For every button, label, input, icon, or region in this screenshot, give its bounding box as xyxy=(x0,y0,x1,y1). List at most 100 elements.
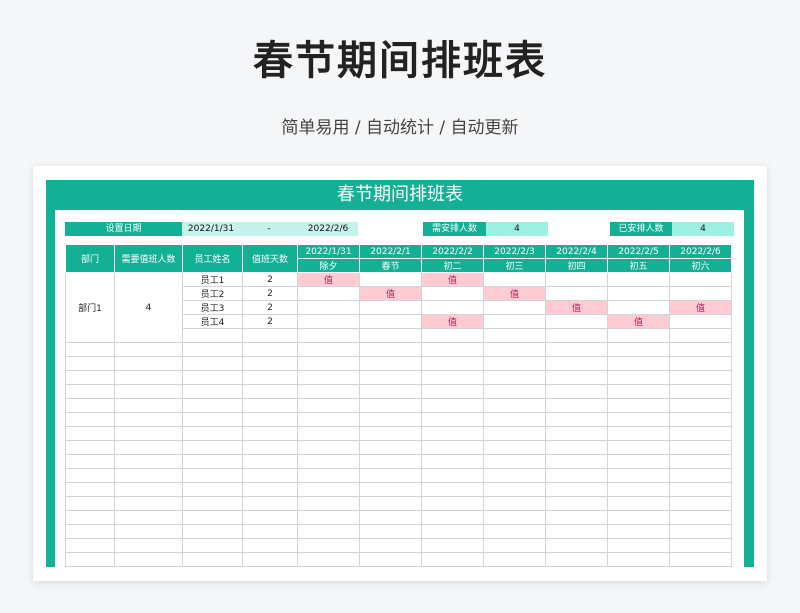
empty-cell[interactable] xyxy=(65,566,115,567)
empty-cell[interactable] xyxy=(182,524,243,539)
empty-cell[interactable] xyxy=(242,468,298,483)
empty-cell[interactable] xyxy=(607,552,670,567)
empty-cell[interactable] xyxy=(65,356,115,371)
empty-cell[interactable] xyxy=(545,398,608,413)
empty-cell[interactable] xyxy=(65,384,115,399)
empty-cell[interactable] xyxy=(669,468,732,483)
empty-cell[interactable] xyxy=(297,342,360,357)
empty-cell[interactable] xyxy=(669,314,732,329)
empty-cell[interactable] xyxy=(182,412,243,427)
empty-cell[interactable] xyxy=(359,496,422,511)
empty-cell[interactable] xyxy=(483,524,546,539)
duty-cell[interactable]: 值 xyxy=(669,300,732,315)
empty-cell[interactable] xyxy=(297,552,360,567)
empty-cell[interactable] xyxy=(483,566,546,567)
empty-cell[interactable] xyxy=(65,440,115,455)
empty-cell[interactable] xyxy=(297,300,360,315)
empty-cell[interactable] xyxy=(359,342,422,357)
empty-cell[interactable] xyxy=(421,370,484,385)
empty-cell[interactable] xyxy=(65,370,115,385)
empty-cell[interactable] xyxy=(359,398,422,413)
empty-cell[interactable] xyxy=(65,412,115,427)
empty-cell[interactable] xyxy=(242,496,298,511)
empty-cell[interactable] xyxy=(359,426,422,441)
empty-cell[interactable] xyxy=(669,496,732,511)
empty-cell[interactable] xyxy=(483,482,546,497)
empty-cell[interactable] xyxy=(421,566,484,567)
empty-cell[interactable] xyxy=(242,398,298,413)
empty-cell[interactable] xyxy=(297,370,360,385)
empty-cell[interactable] xyxy=(669,412,732,427)
empty-cell[interactable] xyxy=(483,272,546,287)
empty-cell[interactable] xyxy=(114,440,183,455)
empty-cell[interactable] xyxy=(669,328,732,343)
empty-cell[interactable] xyxy=(297,482,360,497)
empty-cell[interactable] xyxy=(297,468,360,483)
empty-cell[interactable] xyxy=(607,426,670,441)
empty-cell[interactable] xyxy=(359,440,422,455)
empty-cell[interactable] xyxy=(607,440,670,455)
empty-cell[interactable] xyxy=(182,342,243,357)
empty-cell[interactable] xyxy=(242,524,298,539)
empty-cell[interactable] xyxy=(182,356,243,371)
empty-cell[interactable] xyxy=(545,426,608,441)
empty-cell[interactable] xyxy=(669,566,732,567)
empty-cell[interactable] xyxy=(297,510,360,525)
empty-cell[interactable] xyxy=(421,384,484,399)
empty-cell[interactable] xyxy=(242,384,298,399)
empty-cell[interactable] xyxy=(114,552,183,567)
empty-cell[interactable] xyxy=(182,538,243,553)
empty-cell[interactable] xyxy=(65,524,115,539)
empty-cell[interactable] xyxy=(545,286,608,301)
empty-cell[interactable] xyxy=(297,328,360,343)
employee-name-cell[interactable]: 员工4 xyxy=(182,314,243,329)
empty-cell[interactable] xyxy=(182,384,243,399)
duty-cell[interactable]: 值 xyxy=(297,272,360,287)
empty-cell[interactable] xyxy=(65,538,115,553)
empty-cell[interactable] xyxy=(545,454,608,469)
empty-cell[interactable] xyxy=(114,510,183,525)
empty-cell[interactable] xyxy=(242,342,298,357)
empty-cell[interactable] xyxy=(421,426,484,441)
duty-cell[interactable]: 值 xyxy=(483,286,546,301)
empty-cell[interactable] xyxy=(359,566,422,567)
empty-cell[interactable] xyxy=(421,286,484,301)
empty-cell[interactable] xyxy=(359,370,422,385)
date-end-cell[interactable]: 2022/2/6 xyxy=(298,222,358,236)
empty-cell[interactable] xyxy=(242,328,298,343)
empty-cell[interactable] xyxy=(242,482,298,497)
empty-cell[interactable] xyxy=(359,384,422,399)
employee-name-cell[interactable]: 员工3 xyxy=(182,300,243,315)
empty-cell[interactable] xyxy=(297,356,360,371)
empty-cell[interactable] xyxy=(545,468,608,483)
empty-cell[interactable] xyxy=(421,524,484,539)
empty-cell[interactable] xyxy=(607,370,670,385)
empty-cell[interactable] xyxy=(114,412,183,427)
empty-cell[interactable] xyxy=(607,398,670,413)
empty-cell[interactable] xyxy=(242,552,298,567)
empty-cell[interactable] xyxy=(359,454,422,469)
empty-cell[interactable] xyxy=(607,384,670,399)
empty-cell[interactable] xyxy=(359,328,422,343)
empty-cell[interactable] xyxy=(483,552,546,567)
empty-cell[interactable] xyxy=(65,468,115,483)
empty-cell[interactable] xyxy=(545,370,608,385)
empty-cell[interactable] xyxy=(669,356,732,371)
empty-cell[interactable] xyxy=(65,398,115,413)
empty-cell[interactable] xyxy=(607,300,670,315)
empty-cell[interactable] xyxy=(607,412,670,427)
empty-cell[interactable] xyxy=(114,468,183,483)
duty-days-cell[interactable]: 2 xyxy=(242,272,298,287)
empty-cell[interactable] xyxy=(421,538,484,553)
empty-cell[interactable] xyxy=(545,314,608,329)
empty-cell[interactable] xyxy=(669,552,732,567)
empty-cell[interactable] xyxy=(359,300,422,315)
empty-cell[interactable] xyxy=(359,552,422,567)
empty-cell[interactable] xyxy=(114,370,183,385)
empty-cell[interactable] xyxy=(359,412,422,427)
empty-cell[interactable] xyxy=(182,328,243,343)
empty-cell[interactable] xyxy=(114,566,183,567)
empty-cell[interactable] xyxy=(242,370,298,385)
empty-cell[interactable] xyxy=(242,566,298,567)
empty-cell[interactable] xyxy=(483,300,546,315)
